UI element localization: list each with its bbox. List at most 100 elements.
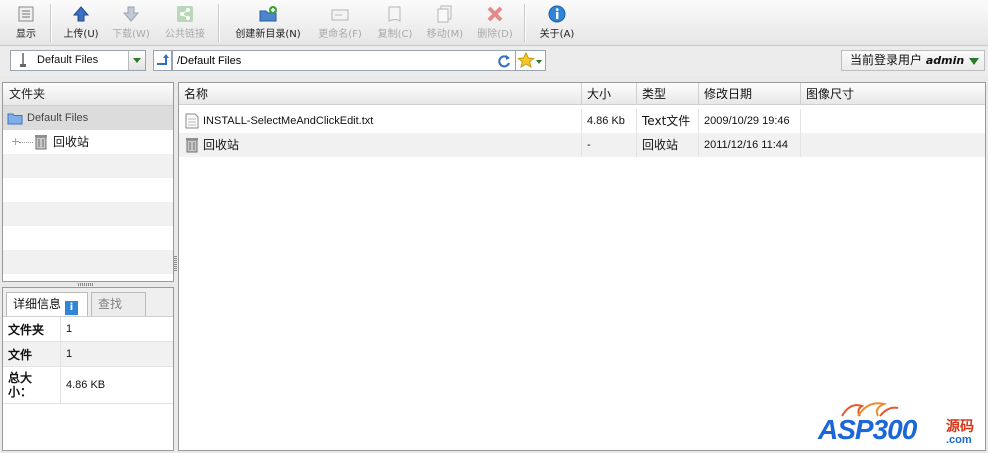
column-header-dimensions[interactable]: 图像尺寸 (801, 83, 985, 105)
file-name-cell: INSTALL-SelectMeAndClickEdit.txt (179, 109, 582, 133)
details-row: 文件 1 (3, 341, 173, 367)
about-button[interactable]: 关于(A) (536, 2, 578, 42)
root-select-dropdown[interactable] (128, 51, 145, 70)
details-value: 1 (60, 317, 173, 342)
column-header-modified[interactable]: 修改日期 (699, 83, 801, 105)
file-name-cell: 回收站 (179, 133, 582, 157)
watermark-domain: .com (946, 434, 972, 446)
toolbar-separator (218, 4, 220, 42)
tab-details-label: 详细信息 (13, 297, 62, 311)
star-icon (517, 51, 542, 69)
delete-icon (487, 6, 503, 22)
details-value: 4.86 KB (60, 366, 173, 404)
current-user-prefix: 当前登录用户 (850, 53, 923, 67)
refresh-icon[interactable] (497, 54, 511, 68)
column-header-name[interactable]: 名称 (179, 83, 582, 105)
toolbar: 显示 上传(U) 下载(W) 公共链接 创建新目录(N) 更命名(F) 复制(C… (0, 0, 988, 46)
tree-empty-row (3, 250, 173, 274)
file-row[interactable]: INSTALL-SelectMeAndClickEdit.txt 4.86 Kb… (179, 109, 985, 133)
level-up-icon (157, 54, 169, 65)
copy-label: 复制(C) (377, 29, 413, 40)
details-tabs: 详细信息 i 查找 (3, 288, 173, 317)
new-folder-button[interactable]: 创建新目录(N) (230, 2, 306, 42)
upload-label: 上传(U) (63, 29, 99, 40)
tree-empty-row (3, 202, 173, 226)
move-icon (437, 5, 452, 23)
path-field[interactable] (172, 50, 516, 71)
column-header-size[interactable]: 大小 (582, 83, 637, 105)
address-bar: Default Files (0, 46, 988, 76)
delete-button[interactable]: 删除(D) (474, 2, 516, 42)
watermark-logo: ASP300 源码 .com (818, 398, 986, 450)
file-name: 回收站 (203, 138, 240, 152)
rename-button[interactable]: 更命名(F) (314, 2, 366, 42)
tree-empty-row (3, 178, 173, 202)
path-input[interactable] (177, 53, 487, 68)
public-link-button[interactable]: 公共链接 (160, 2, 210, 42)
file-size: - (582, 133, 637, 157)
current-user-menu[interactable]: 当前登录用户 admin (841, 50, 985, 71)
download-arrow-icon (122, 6, 140, 22)
current-user-name: admin (925, 54, 965, 67)
chevron-down-icon (969, 58, 979, 65)
file-type: Text文件 (637, 109, 699, 133)
delete-label: 删除(D) (477, 29, 513, 40)
info-icon: i (65, 301, 79, 315)
folder-pane-header: 文件夹 (3, 83, 173, 106)
parent-folder-button[interactable] (153, 50, 172, 71)
pane-resize-handle-vertical[interactable] (174, 255, 177, 271)
move-button[interactable]: 移动(M) (424, 2, 466, 42)
details-key: 总大小： (3, 366, 61, 404)
rename-label: 更命名(F) (318, 29, 362, 40)
tree-item-recycle-bin[interactable]: + 回收站 (3, 130, 173, 154)
folder-icon (7, 113, 23, 125)
column-header-type[interactable]: 类型 (637, 83, 699, 105)
upload-button[interactable]: 上传(U) (60, 2, 102, 42)
new-folder-label: 创建新目录(N) (235, 29, 301, 40)
share-icon (177, 6, 193, 22)
upload-arrow-icon (72, 6, 90, 22)
pane-resize-handle-horizontal[interactable] (78, 283, 94, 286)
display-label: 显示 (16, 29, 36, 40)
file-size: 4.86 Kb (582, 109, 637, 133)
toolbar-separator (524, 4, 526, 42)
toolbar-separator (50, 4, 52, 42)
details-row: 文件夹 1 (3, 317, 173, 342)
file-dimensions (801, 133, 985, 157)
tree-item-label: 回收站 (53, 135, 90, 149)
download-button[interactable]: 下载(W) (112, 2, 150, 42)
chevron-down-icon (536, 60, 542, 64)
drive-icon (20, 53, 26, 67)
display-button[interactable]: 显示 (10, 2, 42, 42)
download-label: 下载(W) (112, 29, 150, 40)
file-list-pane: 名称 大小 类型 修改日期 图像尺寸 INSTALL-SelectMeAndCl… (178, 82, 986, 451)
root-select[interactable]: Default Files (10, 50, 146, 71)
tree-connector (19, 142, 33, 143)
rename-icon (331, 9, 349, 21)
tab-find[interactable]: 查找 (91, 292, 146, 316)
copy-icon (388, 6, 401, 22)
details-key: 文件 (3, 341, 61, 367)
copy-button[interactable]: 复制(C) (374, 2, 416, 42)
details-row: 总大小： 4.86 KB (3, 366, 173, 404)
tree-empty-row (3, 226, 173, 250)
favorites-button[interactable] (516, 50, 546, 71)
chevron-down-icon (133, 58, 141, 63)
tree-item-label: Default Files (27, 112, 89, 124)
file-row[interactable]: 回收站 - 回收站 2011/12/16 11:44 (179, 133, 985, 157)
file-name: INSTALL-SelectMeAndClickEdit.txt (203, 115, 374, 127)
root-select-value: Default Files (37, 54, 99, 66)
text-file-icon (185, 113, 199, 129)
recycle-bin-icon (35, 135, 47, 150)
tab-find-label: 查找 (98, 297, 123, 311)
tree-item-default-files[interactable]: Default Files (3, 106, 173, 130)
file-modified: 2011/12/16 11:44 (699, 133, 801, 157)
recycle-bin-icon (186, 138, 198, 153)
display-icon (18, 6, 34, 22)
about-label: 关于(A) (539, 29, 575, 40)
file-modified: 2009/10/29 19:46 (699, 109, 801, 133)
file-type: 回收站 (637, 133, 699, 157)
new-folder-icon (259, 6, 277, 22)
watermark-text: ASP300 (818, 414, 917, 445)
tab-details[interactable]: 详细信息 i (6, 292, 88, 316)
